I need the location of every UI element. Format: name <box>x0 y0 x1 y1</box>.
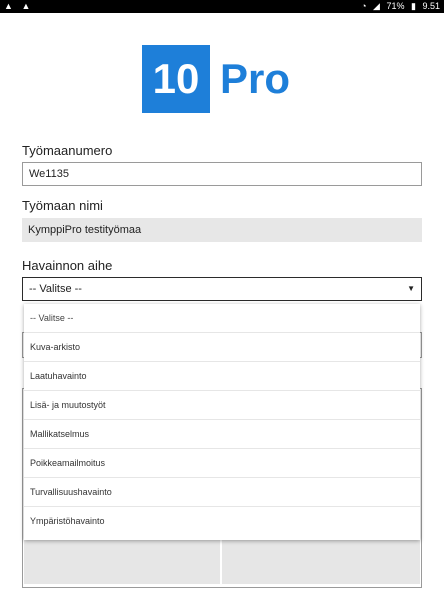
dropdown-option[interactable]: Turvallisuushavainto <box>24 478 420 507</box>
battery-percent: 71% <box>386 1 405 11</box>
signal-icon: ◢ <box>373 1 380 11</box>
dropdown-arrow-icon: ▼ <box>407 284 415 293</box>
status-left: ▲ ▲ <box>4 0 36 13</box>
dropdown-option[interactable]: Kuva-arkisto <box>24 333 420 362</box>
status-bar: ▲ ▲ ◔ ◢ 71% ▮ 9.51 <box>0 0 444 13</box>
status-right: ◔ ◢ 71% ▮ 9.51 <box>357 0 440 13</box>
topic-dropdown-list: -- Valitse -- Kuva-arkisto Laatuhavainto… <box>24 304 420 540</box>
warning-icon: ▲ <box>21 1 31 11</box>
warning-icon: ▲ <box>4 1 13 11</box>
photo-slot[interactable] <box>24 540 220 584</box>
site-number-label: Työmaanumero <box>22 143 113 158</box>
dropdown-option[interactable]: Lisä- ja muutostyöt <box>24 391 420 420</box>
dropdown-option[interactable]: Laatuhavainto <box>24 362 420 391</box>
logo-number: 10 <box>142 45 210 113</box>
battery-icon: ▮ <box>411 1 416 11</box>
dropdown-option[interactable]: Ympäristöhavainto <box>24 507 420 536</box>
topic-select-value: -- Valitse -- <box>29 283 82 295</box>
site-number-input[interactable]: We1135 <box>22 162 422 186</box>
clock: 9.51 <box>422 1 440 11</box>
logo-text: Pro <box>220 55 291 102</box>
dropdown-option[interactable]: Mallikatselmus <box>24 420 420 449</box>
site-name-label: Työmaan nimi <box>22 198 103 213</box>
wifi-icon: ◔ <box>361 1 367 11</box>
topic-select[interactable]: -- Valitse -- ▼ <box>22 277 422 301</box>
topic-label: Havainnon aihe <box>22 258 113 273</box>
site-name-field: KymppiPro testityömaa <box>22 218 422 242</box>
photo-slot[interactable] <box>222 540 420 584</box>
dropdown-option[interactable]: Poikkeamailmoitus <box>24 449 420 478</box>
dropdown-option[interactable]: -- Valitse -- <box>24 304 420 333</box>
